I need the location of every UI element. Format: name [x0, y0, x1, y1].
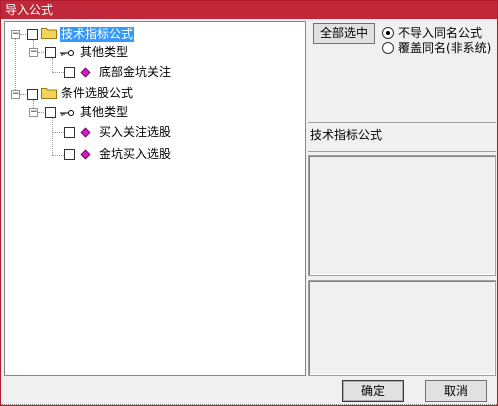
formula-icon	[80, 149, 91, 160]
key-icon	[60, 110, 74, 116]
tree-connector	[15, 39, 16, 94]
tree-checkbox[interactable]	[27, 89, 38, 100]
ok-button[interactable]: 确定	[342, 380, 404, 402]
formula-params-box[interactable]	[308, 280, 496, 376]
dialog-title-bar[interactable]: 导入公式	[1, 1, 497, 19]
tree-checkbox[interactable]	[64, 67, 75, 78]
tree-checkbox[interactable]	[27, 29, 38, 40]
radio-label: 不导入同名公式	[398, 26, 483, 40]
formula-description-box[interactable]	[308, 155, 496, 276]
tree-item-formula[interactable]: 底部金坑关注	[98, 65, 172, 80]
tree-connector	[52, 132, 64, 133]
tree-item-other-type[interactable]: 其他类型	[79, 105, 129, 120]
tree-connector	[52, 72, 64, 73]
tree-checkbox[interactable]	[64, 127, 75, 138]
formula-icon	[80, 127, 91, 138]
key-icon	[60, 50, 74, 56]
tree-connector	[52, 58, 53, 72]
tree-item-formula[interactable]: 买入关注选股	[98, 125, 172, 140]
collapse-toggle[interactable]: −	[29, 108, 38, 117]
dialog-title: 导入公式	[5, 3, 54, 17]
folder-icon	[41, 28, 57, 39]
folder-icon	[41, 88, 57, 99]
collapse-toggle[interactable]: −	[11, 30, 20, 39]
radio-label: 覆盖同名(非系统)	[398, 41, 492, 55]
divider	[308, 151, 496, 152]
cancel-button[interactable]: 取消	[425, 380, 487, 402]
import-formula-dialog: 导入公式 − 技术指标公式 − 其他类型 底部金坑关注 − 条件选股公式 − 其…	[0, 0, 498, 406]
divider	[308, 122, 496, 123]
formula-name-label: 技术指标公式	[310, 128, 383, 142]
tree-checkbox[interactable]	[45, 47, 56, 58]
tree-item-tech-indicator[interactable]: 技术指标公式	[60, 27, 135, 42]
select-all-button[interactable]: 全部选中	[313, 23, 375, 44]
tree-checkbox[interactable]	[45, 107, 56, 118]
tree-connector	[52, 118, 53, 155]
collapse-toggle[interactable]: −	[11, 90, 20, 99]
tree-item-formula[interactable]: 金坑买入选股	[98, 147, 172, 162]
tree-checkbox[interactable]	[64, 149, 75, 160]
tree-connector	[52, 155, 64, 156]
collapse-toggle[interactable]: −	[29, 48, 38, 57]
formula-icon	[80, 67, 91, 78]
tree-item-other-type[interactable]: 其他类型	[79, 45, 129, 60]
tree-item-stock-selection[interactable]: 条件选股公式	[60, 86, 134, 101]
radio-no-import-same-name[interactable]	[382, 27, 394, 39]
formula-tree[interactable]: − 技术指标公式 − 其他类型 底部金坑关注 − 条件选股公式 − 其他类型 买…	[4, 21, 306, 376]
radio-overwrite-same-name[interactable]	[382, 42, 394, 54]
